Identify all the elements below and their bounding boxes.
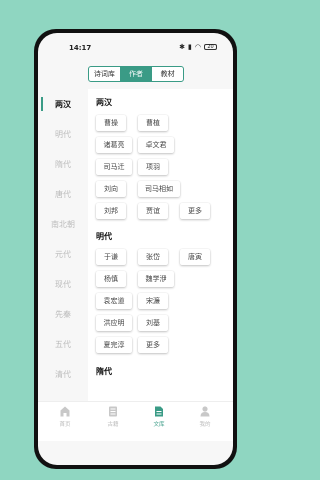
tab-label: 文库 — [153, 422, 165, 428]
section-title: 明代 — [96, 232, 112, 241]
tab-library[interactable]: 文库 — [144, 406, 174, 428]
author-chip[interactable]: 曹操 — [96, 115, 126, 131]
author-chip[interactable]: 曹植 — [138, 115, 168, 131]
author-chip[interactable]: 诸葛亮 — [96, 137, 132, 153]
tab-label: 我的 — [199, 422, 211, 428]
status-icons: ✱ ▮ ◠ 20 — [179, 43, 217, 51]
tab-profile[interactable]: 我的 — [190, 406, 220, 428]
tab-authors[interactable]: 作者 — [120, 67, 153, 81]
author-chip[interactable]: 洪应明 — [96, 315, 132, 331]
author-chip[interactable]: 夏完淳 — [96, 337, 132, 353]
author-chip[interactable]: 魏学洢 — [138, 271, 174, 287]
bluetooth-icon: ✱ — [179, 43, 186, 51]
tab-textbook[interactable]: 教材 — [152, 67, 183, 81]
sidebar-item-modern[interactable]: 现代 — [38, 279, 88, 290]
author-chip[interactable]: 刘向 — [96, 181, 126, 197]
bottom-tab-bar: 首页 古籍 文库 我的 — [38, 401, 233, 441]
tab-ancient-books[interactable]: 古籍 — [98, 406, 128, 428]
home-icon — [60, 406, 70, 417]
author-chip[interactable]: 杨慎 — [96, 271, 126, 287]
author-chip[interactable]: 项羽 — [138, 159, 168, 175]
author-chip[interactable]: 卓文君 — [138, 137, 174, 153]
sidebar-item-xianqin[interactable]: 先秦 — [38, 309, 88, 320]
author-chip[interactable]: 司马迁 — [96, 159, 132, 175]
author-chip[interactable]: 贾谊 — [138, 203, 168, 219]
section-title: 两汉 — [96, 98, 112, 107]
tab-poem-library[interactable]: 诗词库 — [89, 67, 121, 81]
sidebar-item-tang[interactable]: 唐代 — [38, 189, 88, 200]
tab-label: 古籍 — [107, 422, 119, 428]
category-segmented-control: 诗词库 作者 教材 — [88, 66, 184, 82]
sidebar-item-ming[interactable]: 明代 — [38, 129, 88, 140]
more-button[interactable]: 更多 — [138, 337, 168, 353]
sidebar-item-nanbeichao[interactable]: 南北朝 — [38, 219, 88, 230]
author-chip[interactable]: 张岱 — [138, 249, 168, 265]
author-chip[interactable]: 司马相如 — [138, 181, 180, 197]
sidebar-item-wudai[interactable]: 五代 — [38, 339, 88, 350]
author-chip[interactable]: 刘基 — [138, 315, 168, 331]
sidebar-item-qing[interactable]: 清代 — [38, 369, 88, 380]
battery-level: 20 — [207, 44, 214, 50]
wifi-icon: ◠ — [194, 43, 201, 51]
document-icon — [155, 406, 163, 417]
dynasty-sidebar: 两汉 明代 隋代 唐代 南北朝 元代 现代 先秦 五代 清代 — [38, 89, 88, 409]
more-button[interactable]: 更多 — [180, 203, 210, 219]
status-bar: 14:17 ✱ ▮ ◠ 20 — [38, 33, 233, 57]
author-chip[interactable]: 刘邦 — [96, 203, 126, 219]
sidebar-item-han[interactable]: 两汉 — [38, 99, 88, 110]
status-time: 14:17 — [69, 44, 92, 52]
author-list: 两汉 曹操 曹植 诸葛亮 卓文君 司马迁 项羽 刘向 司马相如 刘邦 贾谊 更多… — [88, 89, 233, 409]
signal-icon: ▮ — [188, 43, 192, 51]
author-chip[interactable]: 唐寅 — [180, 249, 210, 265]
tab-home[interactable]: 首页 — [50, 406, 80, 428]
author-chip[interactable]: 袁宏道 — [96, 293, 132, 309]
section-title: 隋代 — [96, 367, 112, 376]
app-screen: 14:17 ✱ ▮ ◠ 20 诗词库 作者 教材 两汉 明代 隋代 唐代 南北朝… — [38, 33, 233, 465]
book-icon — [109, 406, 117, 417]
author-chip[interactable]: 于谦 — [96, 249, 126, 265]
tab-label: 首页 — [59, 422, 71, 428]
person-icon — [200, 406, 210, 417]
author-chip[interactable]: 宋濂 — [138, 293, 168, 309]
battery-icon: 20 — [204, 44, 217, 50]
sidebar-item-sui[interactable]: 隋代 — [38, 159, 88, 170]
sidebar-item-yuan[interactable]: 元代 — [38, 249, 88, 260]
